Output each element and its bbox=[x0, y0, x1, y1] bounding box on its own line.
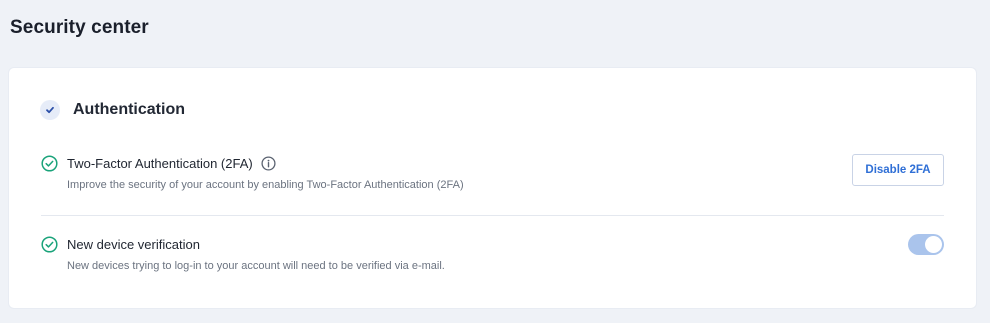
toggle-knob bbox=[925, 236, 942, 253]
check-circle-icon bbox=[41, 154, 58, 172]
device-verification-toggle[interactable] bbox=[908, 234, 944, 255]
setting-row-2fa: Two-Factor Authentication (2FA) Improve … bbox=[41, 154, 944, 214]
page-title: Security center bbox=[10, 17, 149, 38]
disable-2fa-button[interactable]: Disable 2FA bbox=[852, 154, 944, 186]
checkmark-icon bbox=[40, 100, 60, 120]
setting-title-device-verification: New device verification bbox=[67, 236, 200, 252]
setting-row-device-verification: New device verification New devices tryi… bbox=[41, 235, 944, 295]
setting-description-device-verification: New devices trying to log-in to your acc… bbox=[67, 260, 445, 272]
setting-description-2fa: Improve the security of your account by … bbox=[67, 179, 464, 191]
section-header: Authentication bbox=[40, 100, 185, 120]
setting-header: Two-Factor Authentication (2FA) bbox=[41, 154, 944, 172]
section-title: Authentication bbox=[73, 101, 185, 118]
info-icon[interactable] bbox=[261, 155, 276, 171]
setting-title-2fa: Two-Factor Authentication (2FA) bbox=[67, 155, 253, 171]
setting-header: New device verification bbox=[41, 235, 944, 253]
authentication-card: Authentication Two-Factor Authentication… bbox=[9, 68, 976, 308]
check-circle-icon bbox=[41, 235, 58, 253]
divider bbox=[41, 215, 944, 216]
